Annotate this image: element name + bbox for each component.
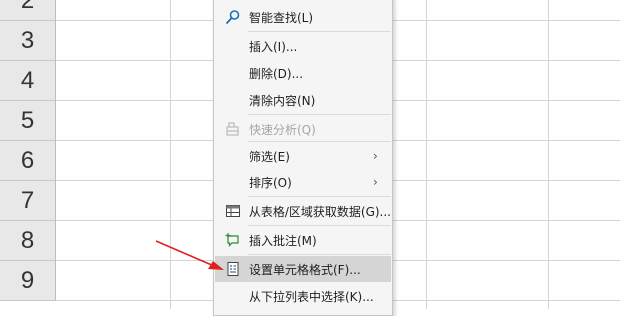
arrow-shaft: [155, 240, 215, 267]
arrow-head: [208, 261, 224, 270]
annotation-arrow: [155, 240, 224, 270]
